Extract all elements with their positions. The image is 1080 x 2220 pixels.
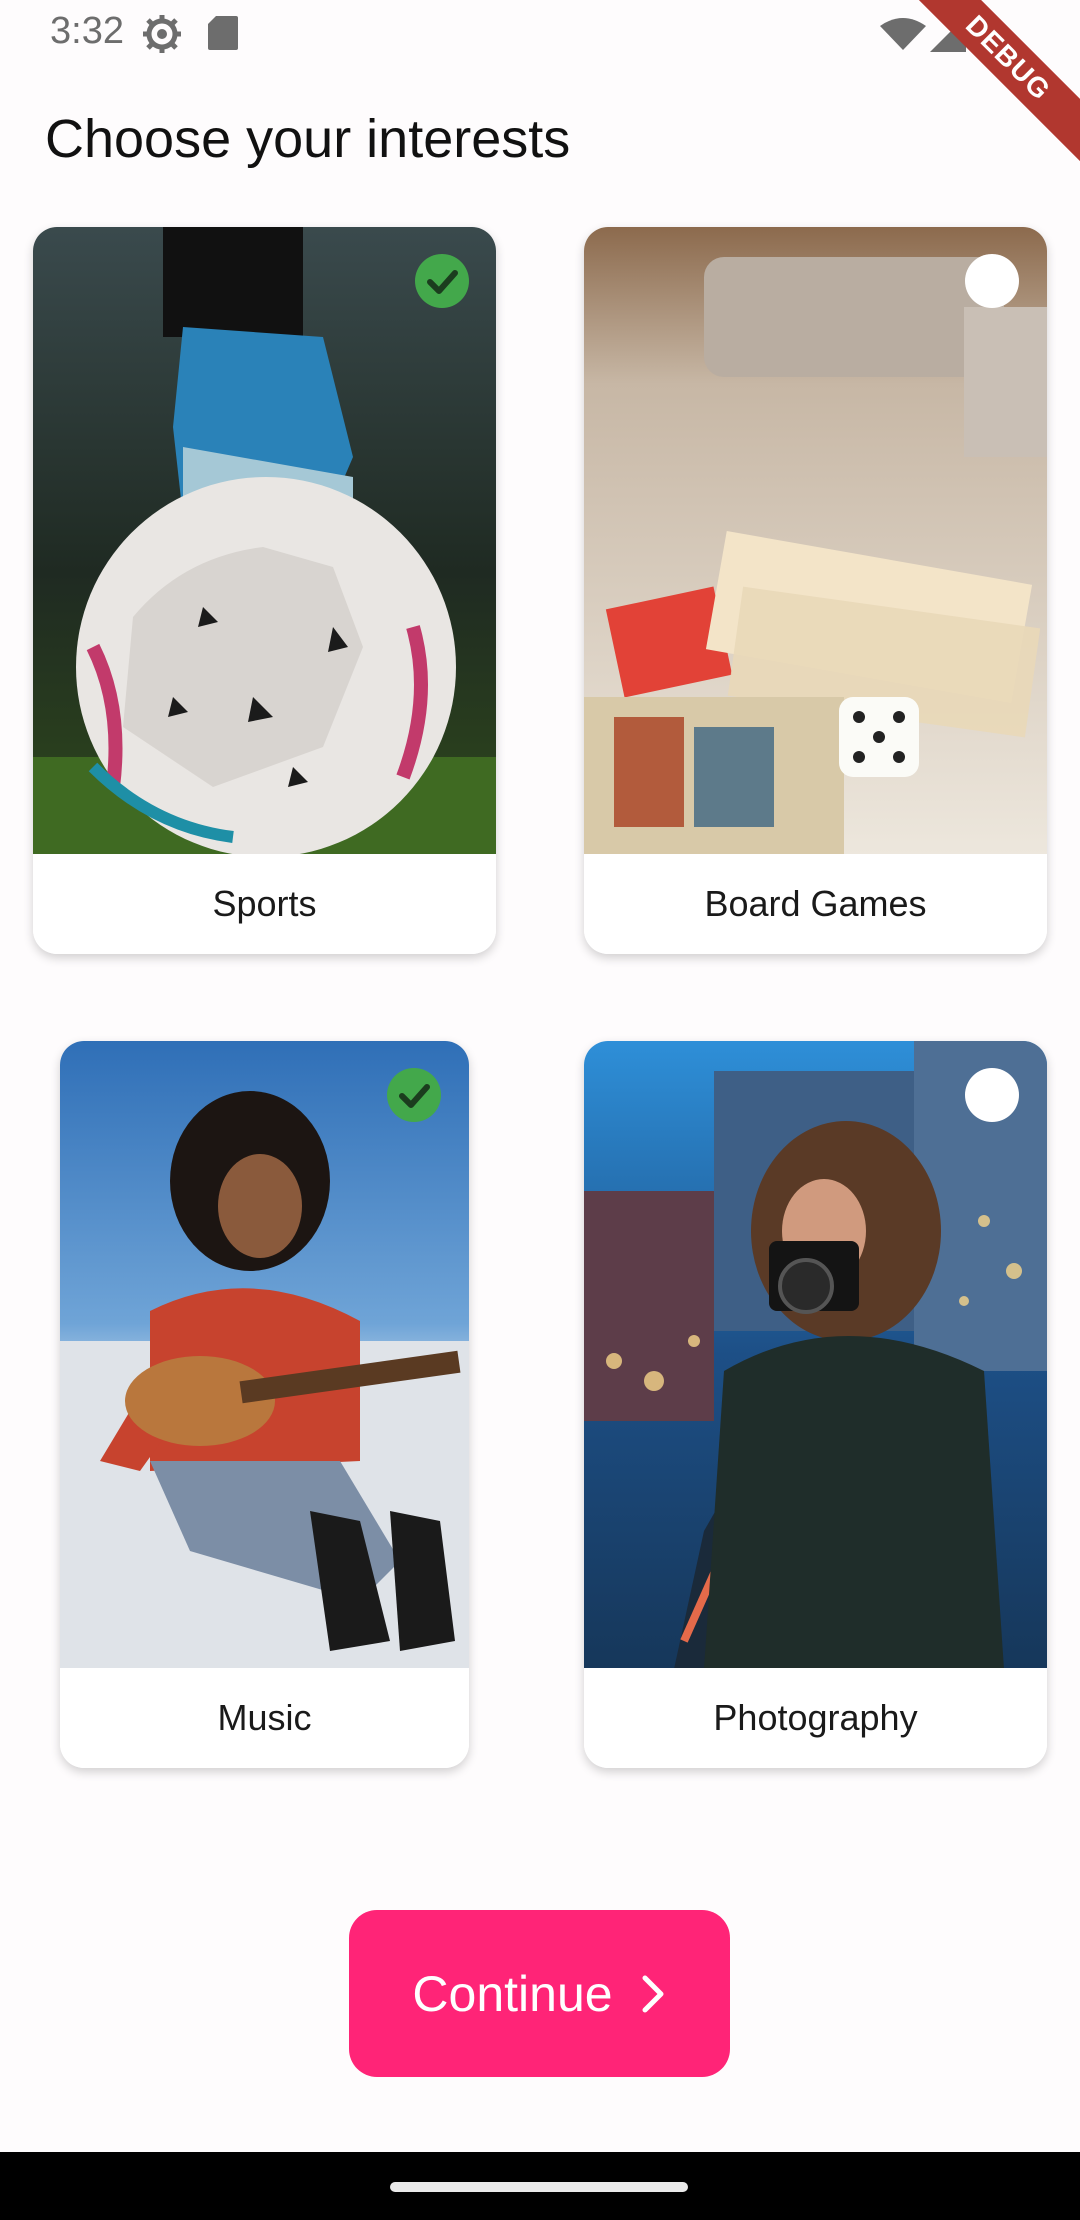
interest-card-board-games[interactable]: Board Games xyxy=(584,227,1047,954)
interest-label: Sports xyxy=(33,854,496,954)
sd-card-icon xyxy=(208,16,238,50)
interest-label: Photography xyxy=(584,1668,1047,1768)
unselected-circle-icon[interactable] xyxy=(965,254,1019,308)
interest-label: Board Games xyxy=(584,854,1047,954)
wifi-icon xyxy=(880,18,926,50)
page-title: Choose your interests xyxy=(45,109,571,169)
continue-button[interactable]: Continue xyxy=(349,1910,730,2077)
interest-card-music[interactable]: Music xyxy=(60,1041,469,1768)
interest-card-sports[interactable]: Sports xyxy=(33,227,496,954)
interest-card-photography[interactable]: Photography xyxy=(584,1041,1047,1768)
selected-check-icon[interactable] xyxy=(415,254,469,308)
continue-label: Continue xyxy=(412,1965,613,2022)
board-game-photo xyxy=(584,227,1047,855)
settings-gear-icon xyxy=(143,15,181,53)
chevron-right-icon xyxy=(642,1975,664,2012)
camera-photo xyxy=(584,1041,1047,1669)
unselected-circle-icon[interactable] xyxy=(965,1068,1019,1122)
soccer-ball-photo xyxy=(33,227,496,855)
home-gesture-handle[interactable] xyxy=(390,2182,688,2192)
selected-check-icon[interactable] xyxy=(387,1068,441,1122)
status-time: 3:32 xyxy=(50,10,124,52)
interest-label: Music xyxy=(60,1668,469,1768)
status-bar: 3:32 xyxy=(0,0,1080,70)
ukulele-photo xyxy=(60,1041,469,1669)
